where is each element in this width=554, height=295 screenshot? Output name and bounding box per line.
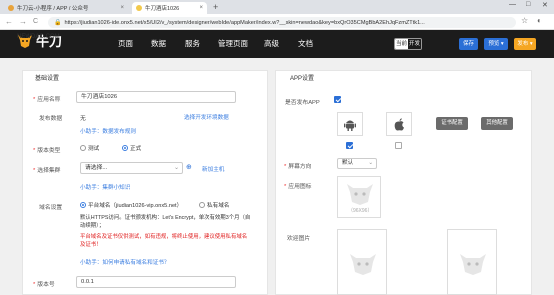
- android-icon: [344, 120, 356, 131]
- url-text: https://jiudian1026-ide.onx5.net/x5/UI2/…: [64, 19, 425, 26]
- star-icon[interactable]: ☆: [521, 16, 528, 25]
- browser-tab-active[interactable]: 牛刀酒店1026 ×: [132, 2, 207, 14]
- close-window-icon[interactable]: ✕: [542, 1, 548, 9]
- domain-label: 域名设置: [39, 205, 63, 211]
- splash-image-upload-2[interactable]: [447, 229, 497, 295]
- chevron-down-icon: ⌄: [368, 160, 373, 166]
- bull-placeholder-icon: [350, 254, 376, 275]
- logo-subtext: NEWDAO.COM: [17, 34, 60, 40]
- radio-icon: [199, 202, 205, 208]
- add-cluster-icon[interactable]: ⊕: [186, 163, 192, 171]
- android-checkbox[interactable]: [346, 142, 353, 149]
- data-publish-rules-link[interactable]: 小助手：数据发布规则: [80, 127, 136, 135]
- cluster-label: * 选择集群: [33, 168, 61, 174]
- tab-label: 牛刀酒店1026: [145, 6, 180, 12]
- menu-advanced[interactable]: 高级: [264, 30, 279, 58]
- bull-placeholder-icon: [347, 184, 373, 205]
- other-config-button[interactable]: 其他配置: [481, 117, 513, 130]
- cert-config-button[interactable]: 证书配置: [436, 117, 468, 130]
- apple-icon: [394, 117, 404, 130]
- icon-size-hint: （96X96）: [348, 208, 373, 214]
- tab-close-icon[interactable]: ×: [199, 5, 203, 11]
- add-host-link[interactable]: 新加主机: [202, 165, 224, 173]
- env-toggle-current[interactable]: 当前: [395, 39, 408, 49]
- browser-tab-home[interactable]: 牛刀云-小程序 / APP / 公众号 ×: [4, 2, 128, 14]
- android-option[interactable]: [337, 112, 363, 136]
- tab-close-icon[interactable]: ×: [120, 5, 124, 11]
- bull-placeholder-icon: [460, 254, 486, 275]
- version-type-label: * 版本类型: [33, 148, 61, 154]
- splash-label: 欢迎图片: [287, 236, 311, 242]
- address-bar-row: ← → C 🔒 https://jiudian1026-ide.onx5.net…: [0, 14, 554, 30]
- publish-app-checkbox[interactable]: [334, 96, 341, 103]
- splash-image-upload-1[interactable]: [337, 229, 387, 295]
- reload-icon[interactable]: C: [33, 18, 38, 25]
- domain-help-link[interactable]: 小助手：如何申请私有域名和证书？: [80, 258, 170, 266]
- orientation-value: 默认: [342, 160, 354, 166]
- app-name-input[interactable]: 牛刀酒店1026: [76, 91, 236, 103]
- select-dev-data-link[interactable]: 选择开发环境数据: [184, 113, 229, 121]
- env-toggle[interactable]: 当前 开发: [394, 38, 422, 50]
- menu-docs[interactable]: 文档: [298, 30, 313, 58]
- radio-selected-icon: [80, 202, 86, 208]
- ios-checkbox[interactable]: [395, 142, 402, 149]
- app-header: 牛刀 NEWDAO.COM 页面 数据 服务 管理页面 高级 文档 当前 开发 …: [0, 30, 554, 58]
- radio-icon: [80, 145, 86, 151]
- maximize-icon[interactable]: □: [526, 1, 530, 8]
- publish-data-value: 无: [80, 116, 86, 122]
- env-toggle-dev[interactable]: 开发: [408, 39, 421, 49]
- minimize-icon[interactable]: —: [509, 1, 516, 8]
- https-note: 默认HTTPS访问。证书颁发机构：Let's Encrypt，单次有效期3个月（…: [80, 215, 251, 229]
- cluster-select[interactable]: 请选择... ⌄: [80, 162, 183, 174]
- browser-tab-bar: 牛刀云-小程序 / APP / 公众号 × 牛刀酒店1026 × + — □ ✕: [0, 0, 554, 14]
- chevron-down-icon: ⌄: [174, 165, 179, 171]
- version-test-radio[interactable]: 测试: [80, 144, 99, 152]
- app-icon-label: * 应用图标: [284, 184, 312, 190]
- version-prod-radio[interactable]: 正式: [122, 144, 141, 152]
- app-icon-upload[interactable]: （96X96）: [337, 176, 381, 218]
- radio-selected-icon: [122, 145, 128, 151]
- lock-icon: 🔒: [54, 20, 62, 26]
- publish-button[interactable]: 发布 ▾: [514, 38, 536, 50]
- menu-data[interactable]: 数据: [151, 30, 166, 58]
- orientation-select[interactable]: 默认 ⌄: [337, 158, 377, 169]
- private-domain-radio[interactable]: 私有域名: [199, 201, 229, 209]
- app-settings-title: APP设置: [290, 76, 315, 82]
- publish-app-label: 是否发布APP: [285, 100, 320, 106]
- forward-icon[interactable]: →: [19, 17, 27, 26]
- app-name-label: * 应用名称: [33, 97, 61, 103]
- version-no-input[interactable]: 0.0.1: [76, 276, 236, 288]
- tab-label: 牛刀云-小程序 / APP / 公众号: [17, 6, 89, 12]
- publish-data-label: 发布数据: [39, 116, 63, 122]
- menu-service[interactable]: 服务: [185, 30, 200, 58]
- tab-favicon-icon: [8, 5, 14, 11]
- new-tab-button[interactable]: +: [213, 2, 218, 12]
- version-no-label: * 版本号: [33, 282, 55, 288]
- platform-domain-radio[interactable]: 平台域名（jiudian1026-vip.onx5.net）: [80, 201, 182, 209]
- cluster-help-link[interactable]: 小助手：集群小知识: [80, 183, 130, 191]
- cluster-placeholder: 请选择...: [85, 165, 108, 171]
- save-button[interactable]: 保存: [459, 38, 478, 50]
- preview-button[interactable]: 预览 ▾: [484, 38, 508, 50]
- orientation-label: * 屏幕方向: [284, 164, 312, 170]
- menu-admin-page[interactable]: 管理页面: [218, 30, 248, 58]
- back-icon[interactable]: ←: [5, 17, 13, 26]
- tab-favicon-icon: [136, 5, 142, 11]
- url-field[interactable]: 🔒 https://jiudian1026-ide.onx5.net/x5/UI…: [48, 17, 516, 28]
- menu-page[interactable]: 页面: [118, 30, 133, 58]
- basic-settings-title: 基础设置: [35, 76, 60, 82]
- domain-warning: 平台域名及证书仅供测试，如有违规，将终止使用，建议使用私有域名及证书！: [80, 234, 248, 248]
- ios-option[interactable]: [386, 112, 412, 136]
- account-icon[interactable]: ◐: [537, 16, 542, 25]
